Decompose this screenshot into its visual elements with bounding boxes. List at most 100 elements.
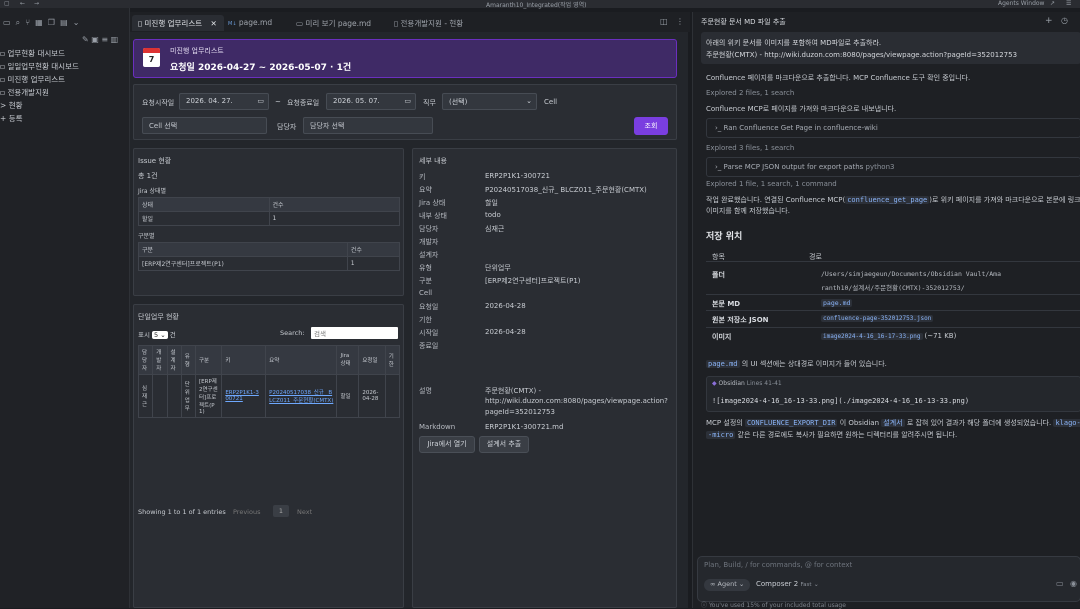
- preview-icon: ▭: [296, 19, 304, 28]
- files-icon[interactable]: ▭: [3, 18, 11, 27]
- chevron-down-icon[interactable]: ⌄: [73, 18, 80, 27]
- detail-key: Jira 상태: [419, 199, 446, 207]
- issue-total: 총 1건: [138, 172, 158, 180]
- layout-icon[interactable]: ▤: [60, 18, 68, 27]
- tab-preview[interactable]: ▭ 미리 보기 page.md: [290, 15, 390, 31]
- composer: Plan, Build, / for commands, @ for conte…: [697, 556, 1080, 602]
- external-icon[interactable]: ↗: [1050, 0, 1055, 7]
- sidebar-item-daily-dashboard[interactable]: ▫ 일일업무현황 대시보드: [0, 61, 79, 72]
- infinity-icon: ∞: [710, 580, 716, 588]
- file-link[interactable]: image2024-4-16_16-17-33.png (~71 KB): [821, 332, 956, 340]
- duty-select[interactable]: (선택) ⌄: [442, 93, 537, 110]
- sidebar-actions: ✎ ▣ ≡ ▥: [82, 35, 118, 44]
- sort-icon[interactable]: ≡: [101, 35, 108, 44]
- calendar-small-icon[interactable]: ▭: [257, 97, 264, 105]
- composer-input[interactable]: Plan, Build, / for commands, @ for conte…: [704, 561, 852, 569]
- tab-page-md[interactable]: M↓ page.md: [222, 15, 292, 31]
- section-heading: 저장 위치: [706, 232, 743, 242]
- table-row[interactable]: 심재근 단위업무 [ERP제2연구센터]프로젝트(P1) ERP2P1K1-30…: [137, 374, 401, 418]
- explored-step[interactable]: Explored 3 files, 1 search: [706, 144, 794, 152]
- tab-dev-support[interactable]: ▯ 전용개발지원 - 현황: [388, 15, 498, 31]
- assistant-message: Confluence MCP로 페이지를 가져와 마크다운으로 내보냅니다.: [706, 105, 897, 113]
- grid-icon[interactable]: ▦: [35, 18, 43, 27]
- sidebar-item-dashboard[interactable]: ▫ 업무현황 대시보드: [0, 48, 65, 59]
- collapse-icon[interactable]: ▥: [111, 35, 119, 44]
- open-jira-button[interactable]: Jira에서 열기: [419, 436, 475, 453]
- file-link[interactable]: page.md: [821, 299, 853, 307]
- detail-key: 요청일: [419, 303, 439, 311]
- detail-value: todo: [485, 211, 501, 219]
- history-icon[interactable]: ◷: [1061, 16, 1068, 25]
- detail-key: 내부 상태: [419, 212, 447, 220]
- start-date-input[interactable]: 2026. 04. 27. ▭: [179, 93, 269, 110]
- sidebar-item-register[interactable]: + 등록: [0, 113, 23, 124]
- group-table: 구분 건수 [ERP제2연구센터]프로젝트(P1) 1: [138, 242, 401, 271]
- assistant-message: -micro 같은 다른 경로에도 복사가 필요하면 원하는 디렉터리를 알려주…: [706, 431, 958, 439]
- assignee-input[interactable]: 담당자 선택: [303, 117, 433, 134]
- assistant-message: 작업 완료했습니다. 연결된 Confluence MCP(confluence…: [706, 196, 1080, 204]
- sidebar-item-status[interactable]: > 현황: [0, 100, 23, 111]
- agents-window-label[interactable]: Agents Window: [998, 0, 1044, 7]
- assistant-message: Confluence 페이지를 마크다운으로 추출합니다. MCP Conflu…: [706, 74, 971, 82]
- model-select[interactable]: Composer 2 Fast ⌄: [756, 580, 819, 588]
- document-icon: ▯: [394, 19, 399, 28]
- code-block: ◆ Obsidian Lines 41-41 ![image2024-4-16_…: [706, 376, 1080, 412]
- page-1-button[interactable]: 1: [273, 505, 289, 517]
- cell-input[interactable]: Cell 선택: [142, 117, 267, 134]
- forward-icon[interactable]: →: [34, 0, 39, 7]
- detail-key: 기한: [419, 316, 432, 324]
- detail-value: ERP2P1K1-300721: [485, 172, 550, 180]
- new-chat-icon[interactable]: +: [1045, 16, 1053, 26]
- more-icon[interactable]: ⋮: [676, 17, 684, 26]
- mic-icon[interactable]: ◉: [1070, 579, 1077, 588]
- sidebar-item-dev-support[interactable]: ▫ 전용개발지원: [0, 87, 49, 98]
- terminal-icon: ›_: [715, 163, 722, 171]
- location-table: 항목 경로 폴더 /Users/simjaegeun/Documents/Obs…: [706, 248, 1080, 368]
- tab-pending-list[interactable]: ▯ 미진행 업무리스트 ✕: [132, 15, 224, 31]
- end-date-input[interactable]: 2026. 05. 07. ▭: [326, 93, 416, 110]
- sidebar-item-pending-list[interactable]: ▫ 미진행 업무리스트: [0, 74, 65, 85]
- new-folder-icon[interactable]: ▣: [91, 35, 99, 44]
- close-icon[interactable]: ✕: [211, 19, 217, 28]
- branch-icon[interactable]: ⑂: [25, 18, 30, 27]
- file-link[interactable]: confluence-page-352012753.json: [821, 315, 934, 322]
- back-icon[interactable]: ←: [20, 0, 25, 7]
- table-search-input[interactable]: 검색: [311, 327, 398, 339]
- sidebar-toggle-icon[interactable]: ▢: [4, 0, 10, 7]
- duty-label: 직무: [423, 99, 436, 107]
- bookmark-icon[interactable]: ❐: [48, 18, 55, 27]
- explored-step[interactable]: Explored 1 file, 1 search, 1 command: [706, 180, 837, 188]
- page-header: 7 미진행 업무리스트 요청일 2026-04-27 ~ 2026-05-07 …: [133, 39, 677, 78]
- task-summary-link[interactable]: P20240517038_신규_ BLCZ011_주문현황(CMTX): [265, 374, 338, 418]
- detail-key: 개발자: [419, 238, 439, 246]
- chevron-down-icon: ⌄: [738, 580, 745, 588]
- new-note-icon[interactable]: ✎: [82, 35, 89, 44]
- calendar-small-icon[interactable]: ▭: [404, 97, 411, 105]
- window-title: Amaranth10_Integrated(작업 영역): [486, 2, 587, 9]
- detail-value: [ERP제2연구센터]프로젝트(P1): [485, 277, 581, 285]
- main-pane: 7 미진행 업무리스트 요청일 2026-04-27 ~ 2026-05-07 …: [130, 32, 688, 608]
- image-icon[interactable]: ▭: [1056, 579, 1064, 588]
- page-size-control: 표시 5 ⌄ 건: [138, 331, 176, 339]
- search-button[interactable]: 조회: [634, 117, 668, 135]
- chat-title: 주문현황 문서 MD 파일 추출: [701, 18, 786, 26]
- detail-key: 담당자: [419, 225, 439, 233]
- menu-icon[interactable]: ☰: [1066, 0, 1071, 7]
- explored-step[interactable]: Explored 2 files, 1 search: [706, 89, 794, 97]
- page-size-select[interactable]: 5 ⌄: [152, 331, 168, 339]
- prev-page-button[interactable]: Previous: [233, 508, 260, 516]
- search-icon[interactable]: ⌕: [16, 18, 20, 27]
- task-key-link[interactable]: ERP2P1K1-300721: [221, 374, 267, 418]
- next-page-button[interactable]: Next: [297, 508, 312, 516]
- detail-key: 요약: [419, 186, 432, 194]
- user-prompt: 아래의 위키 문서를 이미지를 포함하여 MD파일로 추출하라. 주문현황(CM…: [701, 32, 1080, 64]
- start-date-label: 요청시작일: [142, 99, 175, 107]
- tool-call-card[interactable]: ›_ Ran Confluence Get Page in confluence…: [706, 118, 1080, 138]
- split-view-icon[interactable]: ◫: [660, 17, 668, 26]
- sidebar-item-label: 등록: [8, 114, 23, 123]
- detail-key: Markdown: [419, 423, 456, 431]
- tool-call-card[interactable]: ›_ Parse MCP JSON output for export path…: [706, 157, 1080, 177]
- agent-mode-button[interactable]: ∞ Agent ⌄: [704, 579, 751, 591]
- document-icon: ▯: [138, 19, 143, 28]
- extract-spec-button[interactable]: 설계서 추출: [479, 436, 529, 453]
